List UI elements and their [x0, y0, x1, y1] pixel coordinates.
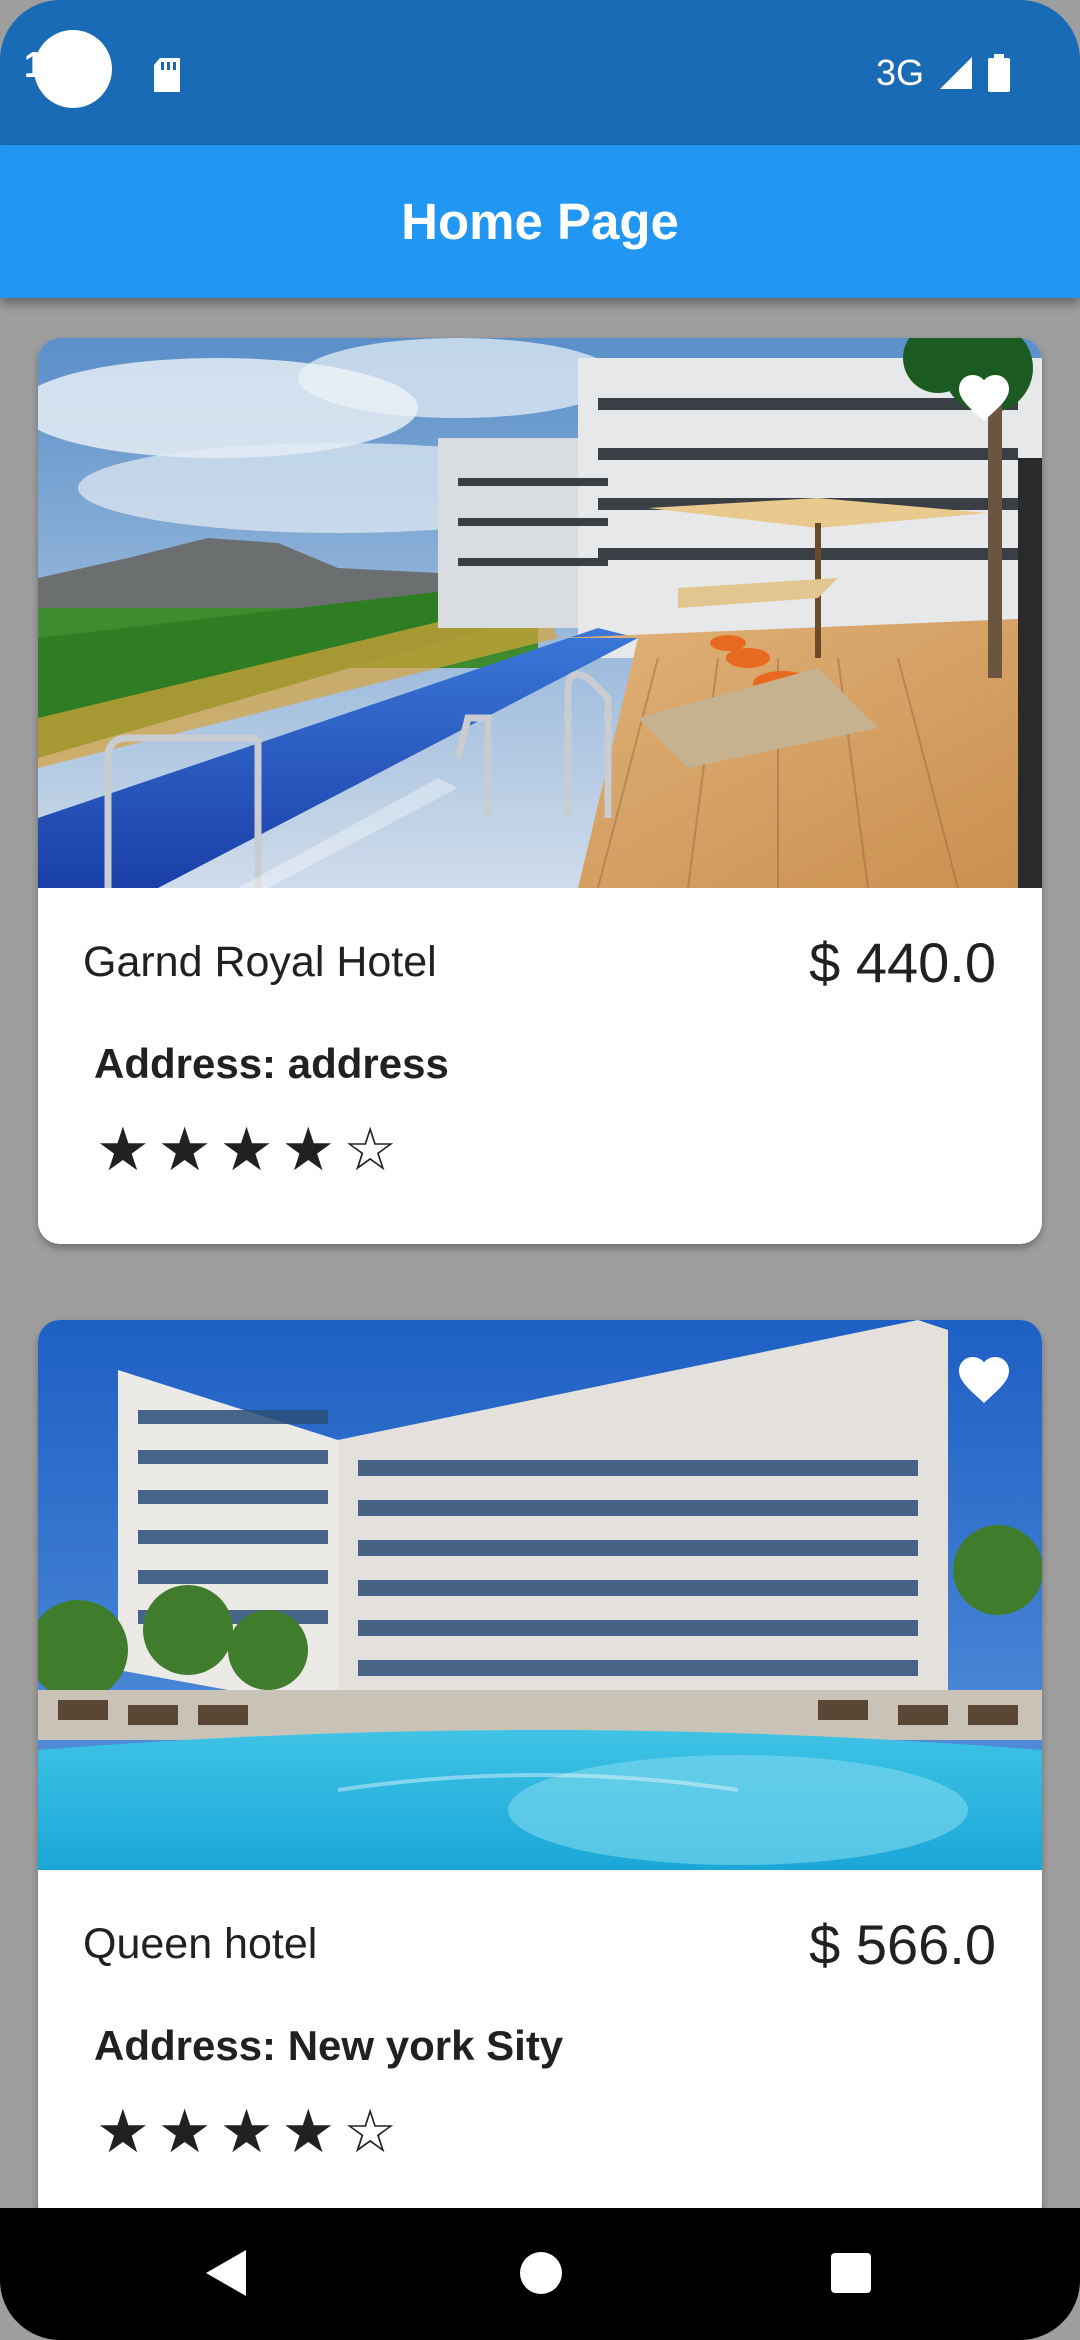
card-body: Garnd Royal Hotel $ 440.0 Address: addre… [38, 888, 1042, 1244]
star-rating: ★ ★ ★ ★ ☆ [96, 2102, 397, 2162]
hotel-price: $ 566.0 [809, 1913, 996, 1976]
hotel-card[interactable]: Garnd Royal Hotel $ 440.0 Address: addre… [38, 338, 1042, 1244]
signal-icon [940, 57, 972, 89]
star-filled-icon: ★ [96, 2098, 150, 2165]
status-bar: 1 3G [0, 0, 1080, 145]
phone-screen: 1 3G Home Page [0, 0, 1080, 2340]
sd-card-icon [154, 58, 180, 92]
status-icons: 3G [876, 52, 1010, 94]
star-filled-icon: ★ [219, 2098, 274, 2165]
star-empty-icon: ☆ [343, 2098, 397, 2165]
camera-dot [34, 30, 112, 108]
star-rating: ★ ★ ★ ★ ☆ [96, 1120, 397, 1180]
app-bar: Home Page [0, 145, 1080, 298]
hotel-address: Address: address [94, 1040, 449, 1087]
hotel-address: Address: New york Sity [94, 2022, 564, 2069]
star-filled-icon: ★ [157, 1116, 212, 1183]
hotel-image [38, 1320, 1042, 1870]
back-icon[interactable] [200, 2246, 250, 2300]
hotel-image [38, 338, 1042, 888]
star-filled-icon: ★ [157, 2098, 212, 2165]
hotel-name: Queen hotel [83, 1920, 318, 1968]
home-icon[interactable] [518, 2246, 564, 2300]
star-filled-icon: ★ [281, 2098, 336, 2165]
star-filled-icon: ★ [96, 1116, 150, 1183]
hotel-card[interactable]: Queen hotel $ 566.0 Address: New york Si… [38, 1320, 1042, 2226]
heart-icon[interactable] [954, 1350, 1014, 1406]
hotel-name: Garnd Royal Hotel [83, 938, 437, 986]
heart-icon[interactable] [954, 368, 1014, 424]
star-empty-icon: ☆ [343, 1116, 397, 1183]
star-filled-icon: ★ [219, 1116, 274, 1183]
recents-icon[interactable] [828, 2246, 874, 2300]
battery-icon [988, 54, 1010, 92]
star-filled-icon: ★ [281, 1116, 336, 1183]
page-title: Home Page [401, 193, 679, 250]
card-body: Queen hotel $ 566.0 Address: New york Si… [38, 1870, 1042, 2226]
hotel-price: $ 440.0 [809, 931, 996, 994]
network-type: 3G [875, 52, 924, 93]
navigation-bar [0, 2208, 1080, 2340]
